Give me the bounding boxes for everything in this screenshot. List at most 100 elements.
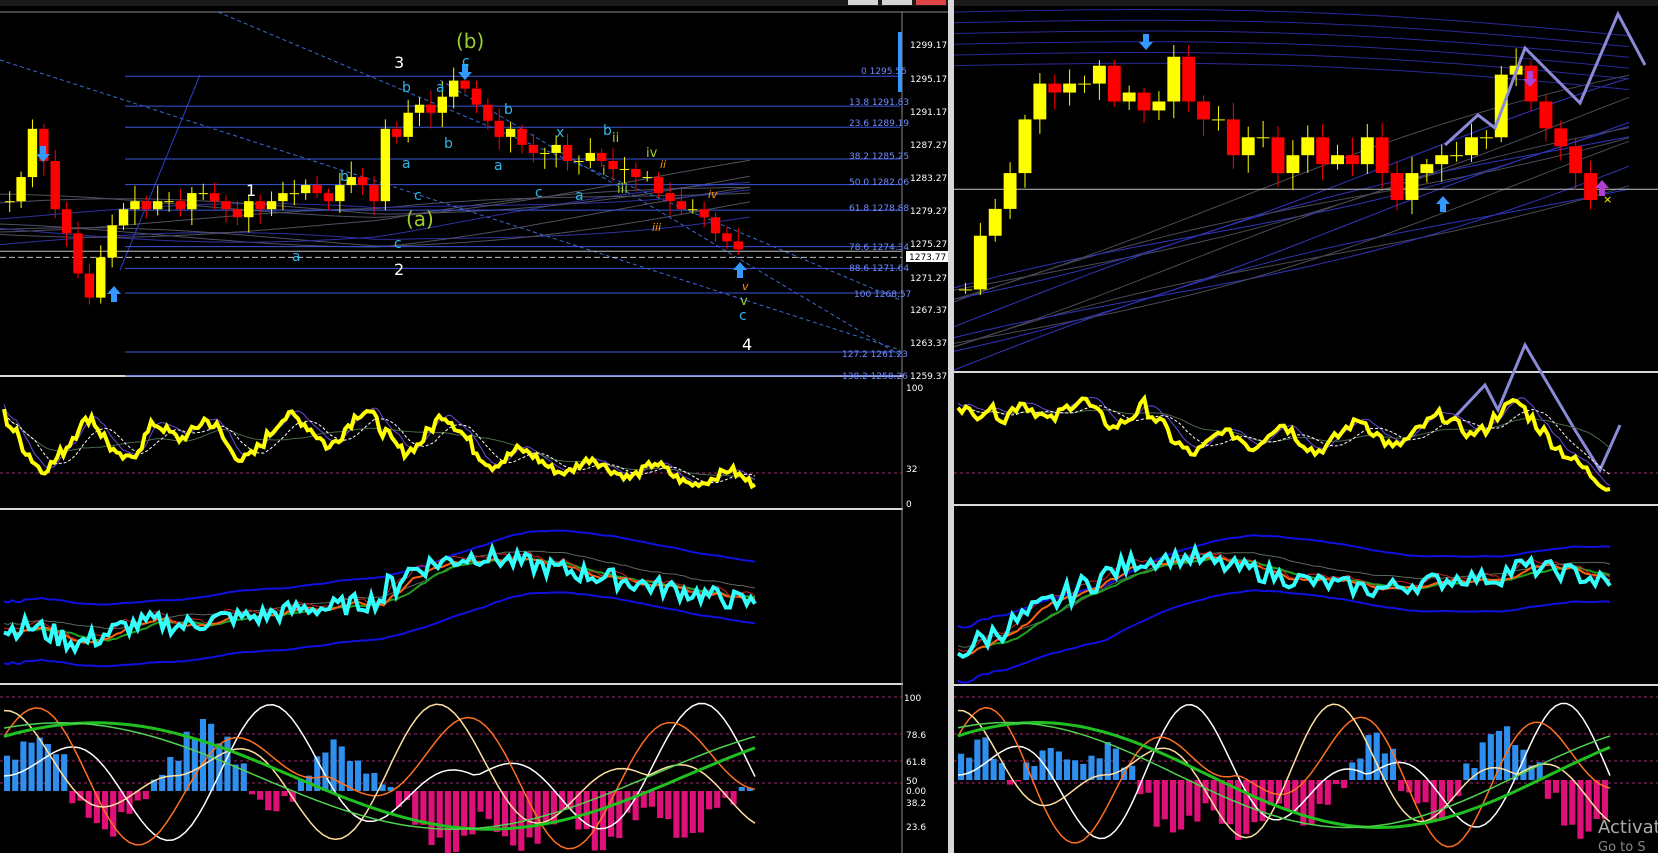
candle	[1331, 155, 1344, 165]
histogram-bar	[1153, 780, 1160, 827]
wave-label: c	[535, 185, 543, 201]
candle	[403, 112, 413, 137]
fib-label-13-8: 13.8 1291.83	[849, 98, 909, 108]
candle	[540, 152, 550, 154]
candle	[198, 193, 208, 195]
price-tick: 1283.27	[910, 174, 947, 184]
candle	[528, 144, 539, 153]
hist-tick: 50	[906, 777, 918, 787]
histogram-bar	[706, 791, 713, 810]
wave-label: c	[414, 188, 422, 204]
histogram-bar	[550, 791, 558, 825]
candle	[16, 177, 26, 202]
histogram-bar	[714, 791, 721, 808]
close-button[interactable]	[916, 0, 946, 5]
wave-label: 2	[394, 260, 404, 279]
candle	[426, 104, 436, 113]
wave-label: (a)	[406, 207, 434, 231]
histogram-bar	[657, 791, 664, 819]
candle	[988, 208, 1002, 236]
histogram-bar	[958, 753, 965, 780]
candle	[380, 128, 391, 202]
candle	[460, 80, 470, 89]
chart-background	[0, 6, 1658, 853]
candle	[471, 88, 482, 105]
histogram-bar	[355, 760, 362, 791]
histogram-bar	[1129, 765, 1136, 780]
candle	[688, 209, 698, 211]
histogram-bar	[420, 791, 427, 825]
candle	[221, 201, 231, 210]
histogram-bar	[982, 737, 989, 780]
price-tick: 1287.27	[910, 141, 947, 151]
candle	[232, 209, 243, 218]
wave-label: v	[740, 294, 748, 309]
histogram-bar	[436, 791, 443, 838]
histogram-bar	[1015, 780, 1022, 782]
histogram-bar	[183, 731, 190, 791]
candle	[699, 209, 709, 218]
candle	[130, 201, 140, 210]
candle	[619, 169, 630, 171]
histogram-bar	[330, 739, 337, 791]
candle	[1137, 92, 1151, 111]
histogram-bar	[1593, 780, 1600, 819]
histogram-bar	[248, 791, 256, 795]
histogram-bar	[1186, 780, 1193, 816]
wave-label: x	[556, 125, 564, 141]
wave-label: a	[436, 80, 445, 96]
candle	[107, 225, 117, 258]
trading-charts: × 1299.17 1295.17 1291.17 1287.27 1283.2…	[0, 0, 1658, 853]
wave-label: 1	[246, 181, 256, 200]
candle	[1122, 92, 1136, 102]
candle	[175, 201, 186, 210]
histogram-bar	[167, 756, 174, 791]
candle	[1167, 56, 1181, 102]
candle	[266, 201, 277, 210]
candle	[1465, 137, 1478, 156]
histogram-bar	[428, 791, 435, 846]
histogram-bar	[648, 791, 656, 807]
wave-label: iv	[708, 188, 718, 201]
candle	[437, 96, 447, 113]
histogram-bar	[477, 791, 484, 812]
wave-label: i	[602, 164, 606, 179]
wave-label: c	[394, 236, 402, 252]
histogram-bar	[36, 737, 43, 791]
fib-label-78-6: 78.6 1274.34	[849, 243, 909, 253]
candle	[1345, 155, 1359, 165]
candle	[1286, 155, 1300, 174]
histogram-bar	[257, 791, 264, 800]
histogram-bar	[363, 773, 370, 791]
candle	[369, 185, 379, 202]
histogram-bar	[1487, 734, 1494, 780]
histogram-bar	[1178, 780, 1185, 830]
candle	[676, 201, 687, 210]
candle	[1375, 137, 1389, 174]
histogram-bar	[1145, 780, 1152, 793]
candle	[608, 160, 618, 170]
minimize-button[interactable]	[848, 0, 878, 5]
maximize-button[interactable]	[882, 0, 912, 5]
histogram-bar	[1161, 780, 1168, 820]
histogram-bar	[20, 741, 27, 791]
candle	[1360, 137, 1374, 165]
candle	[1450, 155, 1464, 157]
candle	[289, 193, 299, 195]
candle	[1479, 137, 1493, 139]
candle	[574, 160, 584, 162]
hist-tick: 38.2	[906, 799, 926, 809]
histogram-bar	[142, 791, 149, 800]
candle	[1271, 137, 1285, 174]
candle	[1584, 173, 1597, 200]
fib-label-23-6: 23.6 1289.19	[849, 119, 909, 129]
wave-label: b	[504, 102, 513, 118]
candle	[973, 235, 987, 290]
candle	[1107, 65, 1121, 102]
histogram-bar	[1561, 780, 1568, 826]
histogram-bar	[616, 791, 623, 839]
candle	[1003, 173, 1017, 209]
histogram-bar	[265, 791, 272, 811]
fib-label-100: 100 1268.57	[854, 290, 911, 300]
watermark-line-1: Activat	[1598, 817, 1658, 838]
